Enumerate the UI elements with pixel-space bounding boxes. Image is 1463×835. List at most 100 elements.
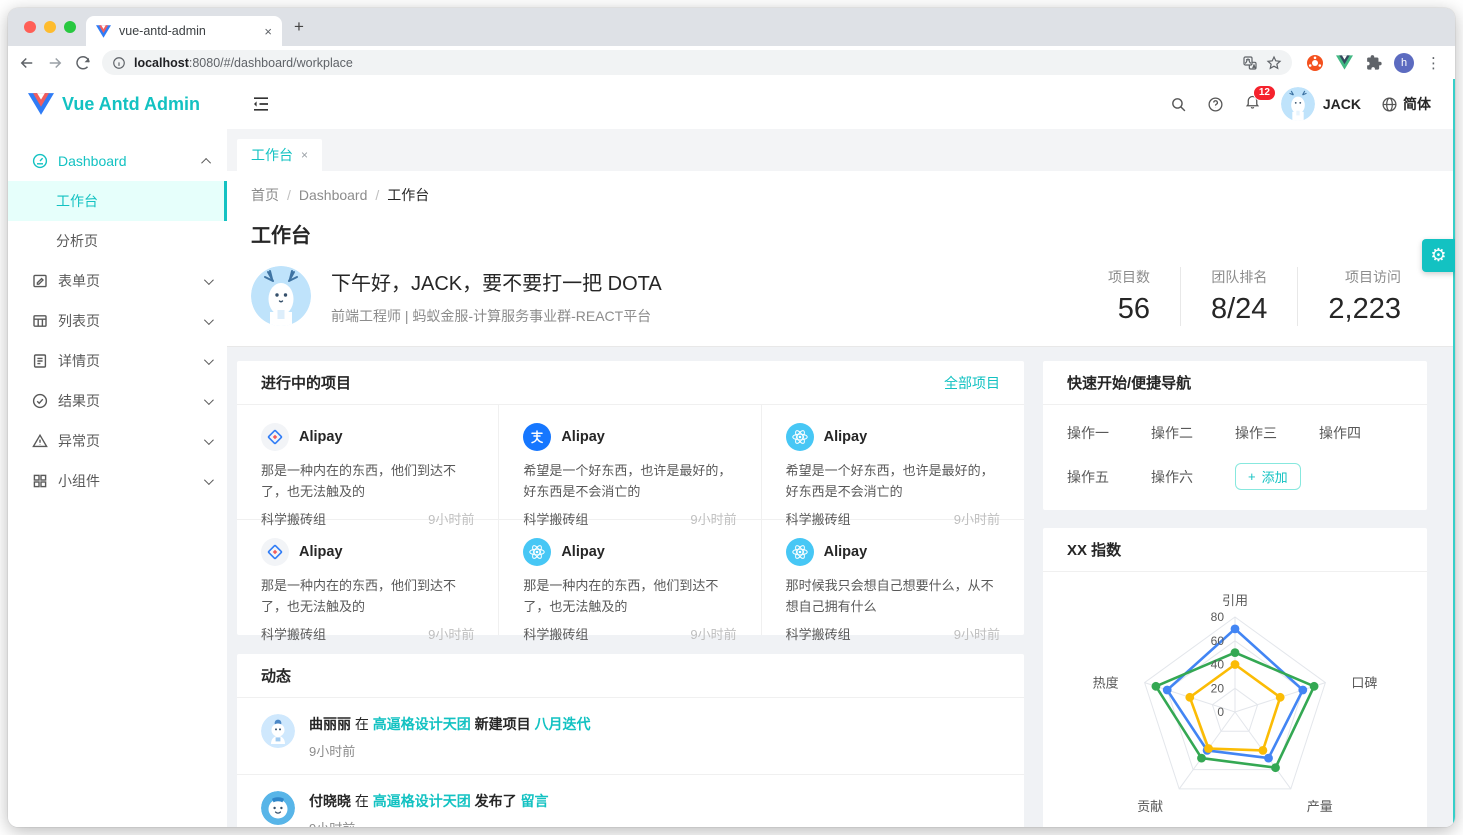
- project-name[interactable]: Alipay: [824, 544, 868, 560]
- breadcrumb-home[interactable]: 首页: [251, 185, 279, 205]
- sidebar-item-detail[interactable]: 详情页: [8, 341, 227, 381]
- project-group-link[interactable]: 科学搬砖组: [786, 624, 851, 643]
- left-column: 进行中的项目 全部项目 Alipay那是一种内在的东西，他们到达不了，也无法触及…: [237, 361, 1024, 827]
- notifications[interactable]: 12: [1244, 93, 1261, 115]
- project-card[interactable]: Alipay希望是一个好东西，也许是最好的，好东西是不会消亡的科学搬砖组9小时前: [762, 405, 1024, 520]
- project-name[interactable]: Alipay: [561, 429, 605, 445]
- all-projects-link[interactable]: 全部项目: [944, 373, 1000, 393]
- new-tab-button[interactable]: +: [294, 17, 304, 37]
- activity-target-link[interactable]: 八月迭代: [535, 716, 591, 732]
- quicknav-link-6[interactable]: 操作六: [1151, 467, 1235, 487]
- sidebar-item-analysis[interactable]: 分析页: [8, 221, 227, 261]
- menu-fold-icon[interactable]: [251, 94, 271, 114]
- browser-tabstrip: vue-antd-admin × +: [8, 8, 1455, 46]
- sidebar-item-list[interactable]: 列表页: [8, 301, 227, 341]
- sidebar-item-label: 工作台: [56, 191, 98, 211]
- sidebar: Vue Antd Admin Dashboard 工作台 分析页 表单页 列表: [8, 79, 227, 827]
- add-shortcut-button[interactable]: + 添加: [1235, 463, 1301, 490]
- project-time: 9小时前: [690, 624, 736, 643]
- extension-orange-icon[interactable]: [1306, 54, 1324, 72]
- vue-favicon: [96, 25, 111, 38]
- language-label: 简体: [1403, 94, 1431, 114]
- profile-icon: [32, 353, 48, 369]
- page-tab-close-icon[interactable]: ×: [301, 148, 308, 162]
- vue-devtools-icon[interactable]: [1336, 55, 1353, 70]
- bookmark-star-icon[interactable]: [1266, 55, 1282, 71]
- svg-text:引用: 引用: [1222, 593, 1248, 608]
- activity-group-link[interactable]: 高逼格设计天团: [373, 716, 471, 732]
- close-window-button[interactable]: [24, 21, 36, 33]
- activity-text: 付晓晓 在 高逼格设计天团 发布了 留言: [309, 791, 549, 811]
- extensions-puzzle-icon[interactable]: [1365, 54, 1382, 71]
- settings-gear-button[interactable]: ⚙: [1422, 239, 1455, 272]
- user-menu[interactable]: JACK: [1281, 87, 1361, 121]
- sidebar-item-workplace[interactable]: 工作台: [8, 181, 227, 221]
- search-icon[interactable]: [1170, 96, 1187, 113]
- project-card-head: Alipay: [523, 423, 736, 451]
- breadcrumb-dashboard[interactable]: Dashboard: [299, 187, 368, 203]
- sidebar-item-form[interactable]: 表单页: [8, 261, 227, 301]
- project-card-head: Alipay: [261, 423, 474, 451]
- site-info-icon[interactable]: [112, 56, 126, 70]
- quicknav-link-5[interactable]: 操作五: [1067, 467, 1151, 487]
- svg-text:60: 60: [1211, 634, 1225, 648]
- project-card[interactable]: Alipay那是一种内在的东西，他们到达不了，也无法触及的科学搬砖组9小时前: [237, 405, 499, 520]
- activity-user[interactable]: 曲丽丽: [309, 716, 351, 732]
- activity-target-link[interactable]: 留言: [521, 793, 549, 809]
- content-grid: 进行中的项目 全部项目 Alipay那是一种内在的东西，他们到达不了，也无法触及…: [227, 347, 1455, 827]
- chevron-down-icon: [204, 395, 214, 405]
- project-card[interactable]: Alipay那是一种内在的东西，他们到达不了，也无法触及的科学搬砖组9小时前: [499, 520, 761, 635]
- project-foot: 科学搬砖组9小时前: [786, 624, 1000, 643]
- activity-group-link[interactable]: 高逼格设计天团: [373, 793, 471, 809]
- translate-icon[interactable]: [1242, 55, 1258, 71]
- zoom-window-button[interactable]: [64, 21, 76, 33]
- project-name[interactable]: Alipay: [824, 429, 868, 445]
- app-logo[interactable]: Vue Antd Admin: [8, 79, 227, 129]
- deer-avatar: [251, 266, 311, 326]
- project-name[interactable]: Alipay: [299, 429, 343, 445]
- project-name[interactable]: Alipay: [561, 544, 605, 560]
- forward-icon[interactable]: [46, 54, 64, 72]
- sidebar-item-result[interactable]: 结果页: [8, 381, 227, 421]
- help-icon[interactable]: [1207, 96, 1224, 113]
- stat-value: 2,223: [1328, 293, 1401, 326]
- browser-tab[interactable]: vue-antd-admin ×: [86, 16, 282, 46]
- project-card[interactable]: Alipay那时候我只会想自己想要什么，从不想自己拥有什么科学搬砖组9小时前: [762, 520, 1024, 635]
- url-bar[interactable]: localhost:8080/#/dashboard/workplace: [102, 50, 1292, 75]
- browser-profile-avatar[interactable]: h: [1394, 53, 1414, 73]
- quicknav-card-header: 快速开始/便捷导航: [1043, 361, 1427, 405]
- tab-title: vue-antd-admin: [119, 24, 256, 38]
- svg-text:0: 0: [1217, 705, 1224, 719]
- sidebar-item-dashboard[interactable]: Dashboard: [8, 141, 227, 181]
- breadcrumb-current: 工作台: [387, 185, 429, 205]
- project-card[interactable]: Alipay那是一种内在的东西，他们到达不了，也无法触及的科学搬砖组9小时前: [237, 520, 499, 635]
- reload-icon[interactable]: [74, 54, 92, 72]
- stat-label: 团队排名: [1211, 267, 1267, 287]
- page-scroll-area[interactable]: 首页 / Dashboard / 工作台 工作台 下午好，JACK，要不要打一把…: [227, 171, 1455, 827]
- activity-user[interactable]: 付晓晓: [309, 793, 351, 809]
- url-path: :8080/#/dashboard/workplace: [189, 56, 353, 70]
- project-group-link[interactable]: 科学搬砖组: [523, 624, 588, 643]
- sidebar-item-label: 分析页: [56, 231, 98, 251]
- quicknav-link-2[interactable]: 操作二: [1151, 423, 1235, 443]
- sidebar-item-label: 结果页: [58, 391, 100, 411]
- quicknav-link-3[interactable]: 操作三: [1235, 423, 1319, 443]
- page-tab-label: 工作台: [251, 145, 293, 165]
- quicknav-link-4[interactable]: 操作四: [1319, 423, 1403, 443]
- quicknav-link-1[interactable]: 操作一: [1067, 423, 1151, 443]
- project-group-link[interactable]: 科学搬砖组: [261, 624, 326, 643]
- language-switch[interactable]: 简体: [1381, 94, 1431, 114]
- activity-list: 曲丽丽 在 高逼格设计天团 新建项目 八月迭代 9小时前: [237, 698, 1024, 827]
- project-name[interactable]: Alipay: [299, 544, 343, 560]
- project-card[interactable]: Alipay希望是一个好东西，也许是最好的，好东西是不会消亡的科学搬砖组9小时前: [499, 405, 761, 520]
- sidebar-item-exception[interactable]: 异常页: [8, 421, 227, 461]
- sidebar-item-widgets[interactable]: 小组件: [8, 461, 227, 501]
- minimize-window-button[interactable]: [44, 21, 56, 33]
- tab-close-icon[interactable]: ×: [264, 24, 272, 39]
- table-icon: [32, 313, 48, 329]
- browser-menu-icon[interactable]: ⋮: [1426, 54, 1441, 72]
- back-icon[interactable]: [18, 54, 36, 72]
- page-tab-workplace[interactable]: 工作台 ×: [237, 139, 322, 171]
- chevron-down-icon: [204, 315, 214, 325]
- stat-label: 项目数: [1108, 267, 1150, 287]
